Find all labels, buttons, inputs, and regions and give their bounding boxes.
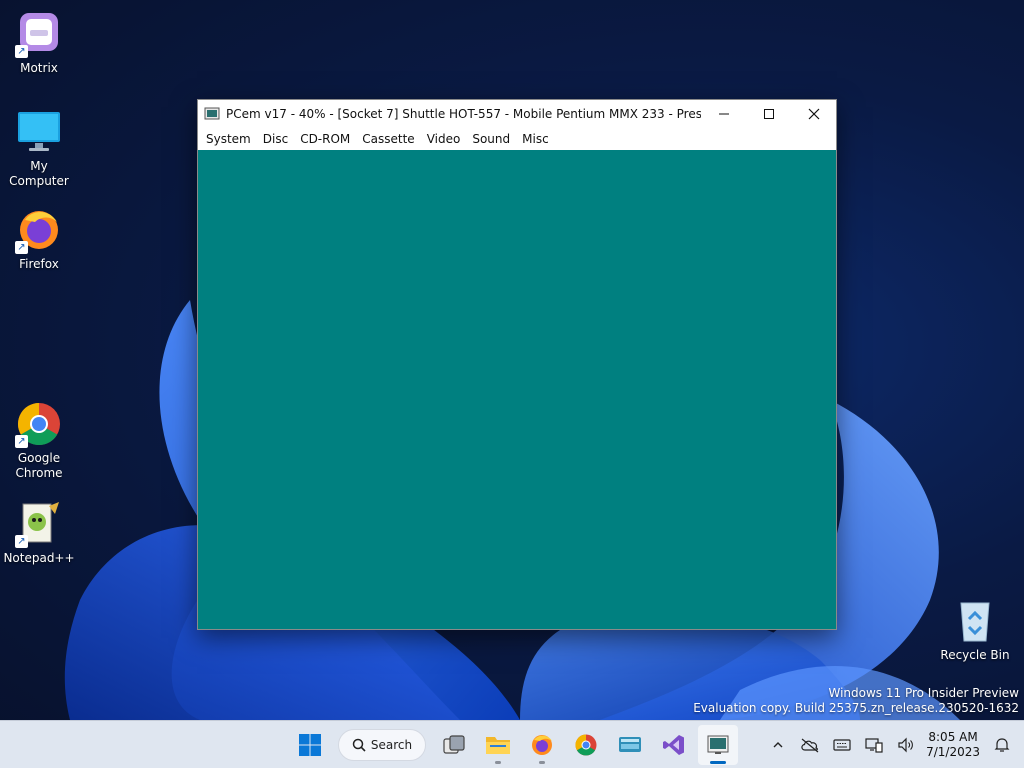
pcem-app-icon [204,107,220,120]
firefox-icon [532,735,552,755]
system-tray: 8:05 AM 7/1/2023 [762,721,1024,768]
taskbar-pcem[interactable] [698,725,738,765]
taskbar-apps: Search [288,721,740,768]
chrome-icon [575,734,597,756]
close-button[interactable] [791,100,836,128]
taskbar-chrome[interactable] [566,725,606,765]
taskbar-search[interactable]: Search [338,729,426,761]
search-icon [352,738,366,752]
pcem-window[interactable]: PCem v17 - 40% - [Socket 7] Shuttle HOT-… [197,99,837,630]
shortcut-arrow-icon: ↗ [15,435,28,448]
maximize-button[interactable] [746,100,791,128]
tray-volume[interactable] [894,733,918,757]
shortcut-arrow-icon: ↗ [15,535,28,548]
taskbar: Search 8:05 AM 7/1/2023 [0,720,1024,768]
desktop-icon-label: Notepad++ [3,551,75,565]
menu-disc[interactable]: Disc [257,128,294,150]
menu-sound[interactable]: Sound [466,128,516,150]
desktop-icon-my-computer[interactable]: My Computer [0,108,78,189]
close-icon [808,108,819,120]
emulator-screen[interactable] [198,150,836,629]
desktop-icon-label: Recycle Bin [940,648,1010,662]
taskbar-keyboard-app[interactable] [610,725,650,765]
running-indicator [495,761,501,764]
chevron-up-icon [773,742,783,748]
menu-system[interactable]: System [200,128,257,150]
tray-network[interactable] [862,733,886,757]
shortcut-arrow-icon: ↗ [15,241,28,254]
active-indicator [710,761,726,764]
minimize-icon [718,113,729,115]
speaker-icon [898,737,914,753]
keyboard-icon [833,739,851,751]
taskbar-file-explorer[interactable] [478,725,518,765]
windows-logo-icon [299,734,321,756]
search-label: Search [370,738,413,752]
menu-video[interactable]: Video [421,128,467,150]
visual-studio-icon [663,735,684,755]
taskbar-clock[interactable]: 8:05 AM 7/1/2023 [926,730,980,760]
taskbar-visual-studio[interactable] [654,725,694,765]
tray-keyboard[interactable] [830,733,854,757]
taskbar-firefox[interactable] [522,725,562,765]
notifications-button[interactable] [990,733,1014,757]
taskbar-task-view[interactable] [434,725,474,765]
watermark-edition: Windows 11 Pro Insider Preview [828,686,1019,700]
desktop-icon-notepad-plus-plus[interactable]: ↗ Notepad++ [0,500,78,566]
keyboard-app-icon [619,737,641,752]
menu-cassette[interactable]: Cassette [356,128,420,150]
shortcut-arrow-icon: ↗ [15,45,28,58]
monitor-icon [18,112,60,151]
windows-watermark: Windows 11 Pro Insider Preview Evaluatio… [693,686,1019,716]
maximize-icon [763,109,774,119]
desktop-icon-google-chrome[interactable]: ↗ Google Chrome [0,400,78,481]
watermark-build: Evaluation copy. Build 25375.zn_release.… [693,701,1019,715]
window-titlebar[interactable]: PCem v17 - 40% - [Socket 7] Shuttle HOT-… [198,100,836,128]
desktop-icon-label: Google Chrome [15,451,63,480]
network-icon [865,738,883,753]
menu-misc[interactable]: Misc [516,128,555,150]
task-view-icon [443,735,465,754]
desktop-icon-motrix[interactable]: ↗ Motrix [0,10,78,76]
menu-cd-rom[interactable]: CD-ROM [294,128,356,150]
minimize-button[interactable] [701,100,746,128]
pcem-app-icon [707,735,729,754]
clock-date: 7/1/2023 [926,745,980,759]
folder-icon [486,737,510,754]
window-menubar: System Disc CD-ROM Cassette Video Sound … [198,128,836,150]
show-hidden-icons-button[interactable] [766,733,790,757]
recycle-bin-icon [960,602,990,642]
tray-onedrive[interactable] [798,733,822,757]
running-indicator [539,761,545,764]
cloud-offline-icon [801,738,819,753]
desktop-icon-label: My Computer [9,159,69,188]
desktop-icon-recycle-bin[interactable]: Recycle Bin [936,597,1014,663]
desktop-icon-label: Motrix [20,61,58,75]
start-button[interactable] [290,725,330,765]
desktop-icon-label: Firefox [19,257,59,271]
notification-settings-icon [994,738,1010,752]
clock-time: 8:05 AM [928,730,978,744]
desktop-icon-firefox[interactable]: ↗ Firefox [0,206,78,272]
window-title: PCem v17 - 40% - [Socket 7] Shuttle HOT-… [226,107,701,121]
